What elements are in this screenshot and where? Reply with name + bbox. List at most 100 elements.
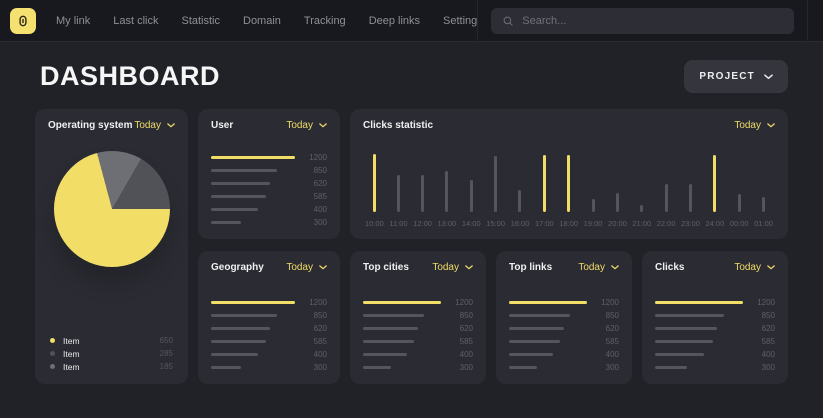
clicks-bar-column: 19:00 <box>584 199 603 228</box>
bar-value: 1200 <box>751 299 775 306</box>
logo[interactable] <box>10 8 36 34</box>
bar-track <box>655 301 743 304</box>
nav-link-last-click[interactable]: Last click <box>113 15 158 27</box>
bar-list: 1200850620585400300 <box>211 299 327 373</box>
bar <box>421 175 424 212</box>
card-title: Top links <box>509 262 552 273</box>
legend-label: Item <box>63 362 80 372</box>
bar <box>509 366 537 369</box>
nav-link-setting[interactable]: Setting <box>443 15 477 27</box>
bar-track <box>211 340 295 343</box>
bar-track <box>211 314 295 317</box>
period-dropdown[interactable]: Today <box>432 262 473 273</box>
bar <box>211 169 277 172</box>
bar <box>518 190 521 212</box>
bar-track <box>211 182 295 185</box>
legend-value: 185 <box>160 362 173 371</box>
period-dropdown[interactable]: Today <box>286 262 327 273</box>
bar-row: 585 <box>655 338 775 345</box>
bar-row: 400 <box>211 206 327 213</box>
bar-row: 850 <box>211 167 327 174</box>
bar <box>211 182 270 185</box>
bar <box>567 155 570 212</box>
period-dropdown[interactable]: Today <box>286 120 327 131</box>
nav-link-statistic[interactable]: Statistic <box>181 15 220 27</box>
bar <box>211 353 258 356</box>
bar-row: 400 <box>211 351 327 358</box>
bar <box>655 353 704 356</box>
bar-row: 300 <box>211 219 327 226</box>
clicks-bar-column: 16:00 <box>511 190 530 228</box>
bar-row: 1200 <box>509 299 619 306</box>
bar-track <box>509 340 587 343</box>
bar <box>211 340 266 343</box>
bar <box>373 154 376 212</box>
clicks-bar-column: 21:00 <box>632 205 651 228</box>
clicks-bar-column: 00:00 <box>730 194 749 228</box>
bar <box>689 184 692 212</box>
bar-value: 850 <box>751 312 775 319</box>
nav-link-my-link[interactable]: My link <box>56 15 90 27</box>
legend-item: Item 185 <box>50 362 173 371</box>
time-label: 18:00 <box>559 219 578 228</box>
bar-value: 850 <box>449 312 473 319</box>
clicks-bar-column: 10:00 <box>365 154 384 228</box>
bar-value: 585 <box>751 338 775 345</box>
search-box[interactable] <box>491 8 794 34</box>
card-header: Operating system Today <box>48 120 175 131</box>
bar <box>363 353 407 356</box>
search-icon <box>502 15 514 27</box>
account-button[interactable] <box>808 0 823 42</box>
bar-row: 1200 <box>211 154 327 161</box>
bar-value: 620 <box>303 180 327 187</box>
bar-row: 400 <box>509 351 619 358</box>
bar-row: 850 <box>211 312 327 319</box>
bar-track <box>211 301 295 304</box>
nav-link-tracking[interactable]: Tracking <box>304 15 346 27</box>
bar-row: 620 <box>211 180 327 187</box>
time-label: 01:00 <box>754 219 773 228</box>
bar-value: 585 <box>303 338 327 345</box>
card-operating-system: Operating system Today Item650Item285Ite… <box>35 109 188 384</box>
legend-item: Item285 <box>50 349 173 358</box>
nav-link-domain[interactable]: Domain <box>243 15 281 27</box>
time-label: 10:00 <box>365 219 384 228</box>
bar-value: 400 <box>303 351 327 358</box>
bar <box>211 327 270 330</box>
clicks-bar-column: 22:00 <box>657 184 676 228</box>
bar <box>397 175 400 212</box>
time-label: 17:00 <box>535 219 554 228</box>
bar-track <box>655 314 743 317</box>
card-user: User Today 1200850620585400300 <box>198 109 340 239</box>
bar <box>363 314 424 317</box>
bar-row: 585 <box>211 193 327 200</box>
bar-value: 400 <box>751 351 775 358</box>
bar <box>509 340 560 343</box>
bar-value: 300 <box>449 364 473 371</box>
bar-value: 1200 <box>449 299 473 306</box>
time-label: 22:00 <box>657 219 676 228</box>
nav-link-deep-links[interactable]: Deep links <box>369 15 420 27</box>
period-dropdown[interactable]: Today <box>134 120 175 131</box>
legend-label: Item <box>63 336 80 346</box>
period-dropdown[interactable]: Today <box>578 262 619 273</box>
bar-value: 1200 <box>303 154 327 161</box>
bar-track <box>211 208 295 211</box>
search-input[interactable] <box>522 15 783 27</box>
bar-track <box>509 366 587 369</box>
chevron-down-icon <box>319 265 327 270</box>
card-title: Clicks statistic <box>363 120 433 131</box>
bar-value: 585 <box>449 338 473 345</box>
bar <box>655 340 713 343</box>
period-dropdown[interactable]: Today <box>734 262 775 273</box>
time-label: 21:00 <box>632 219 651 228</box>
chevron-down-icon <box>167 123 175 128</box>
bar-row: 585 <box>509 338 619 345</box>
bar-row: 1200 <box>655 299 775 306</box>
divider <box>477 0 478 42</box>
project-button[interactable]: PROJECT <box>684 60 788 93</box>
bar-track <box>211 169 295 172</box>
period-dropdown[interactable]: Today <box>734 120 775 131</box>
bar-row: 300 <box>363 364 473 371</box>
bar-track <box>509 314 587 317</box>
